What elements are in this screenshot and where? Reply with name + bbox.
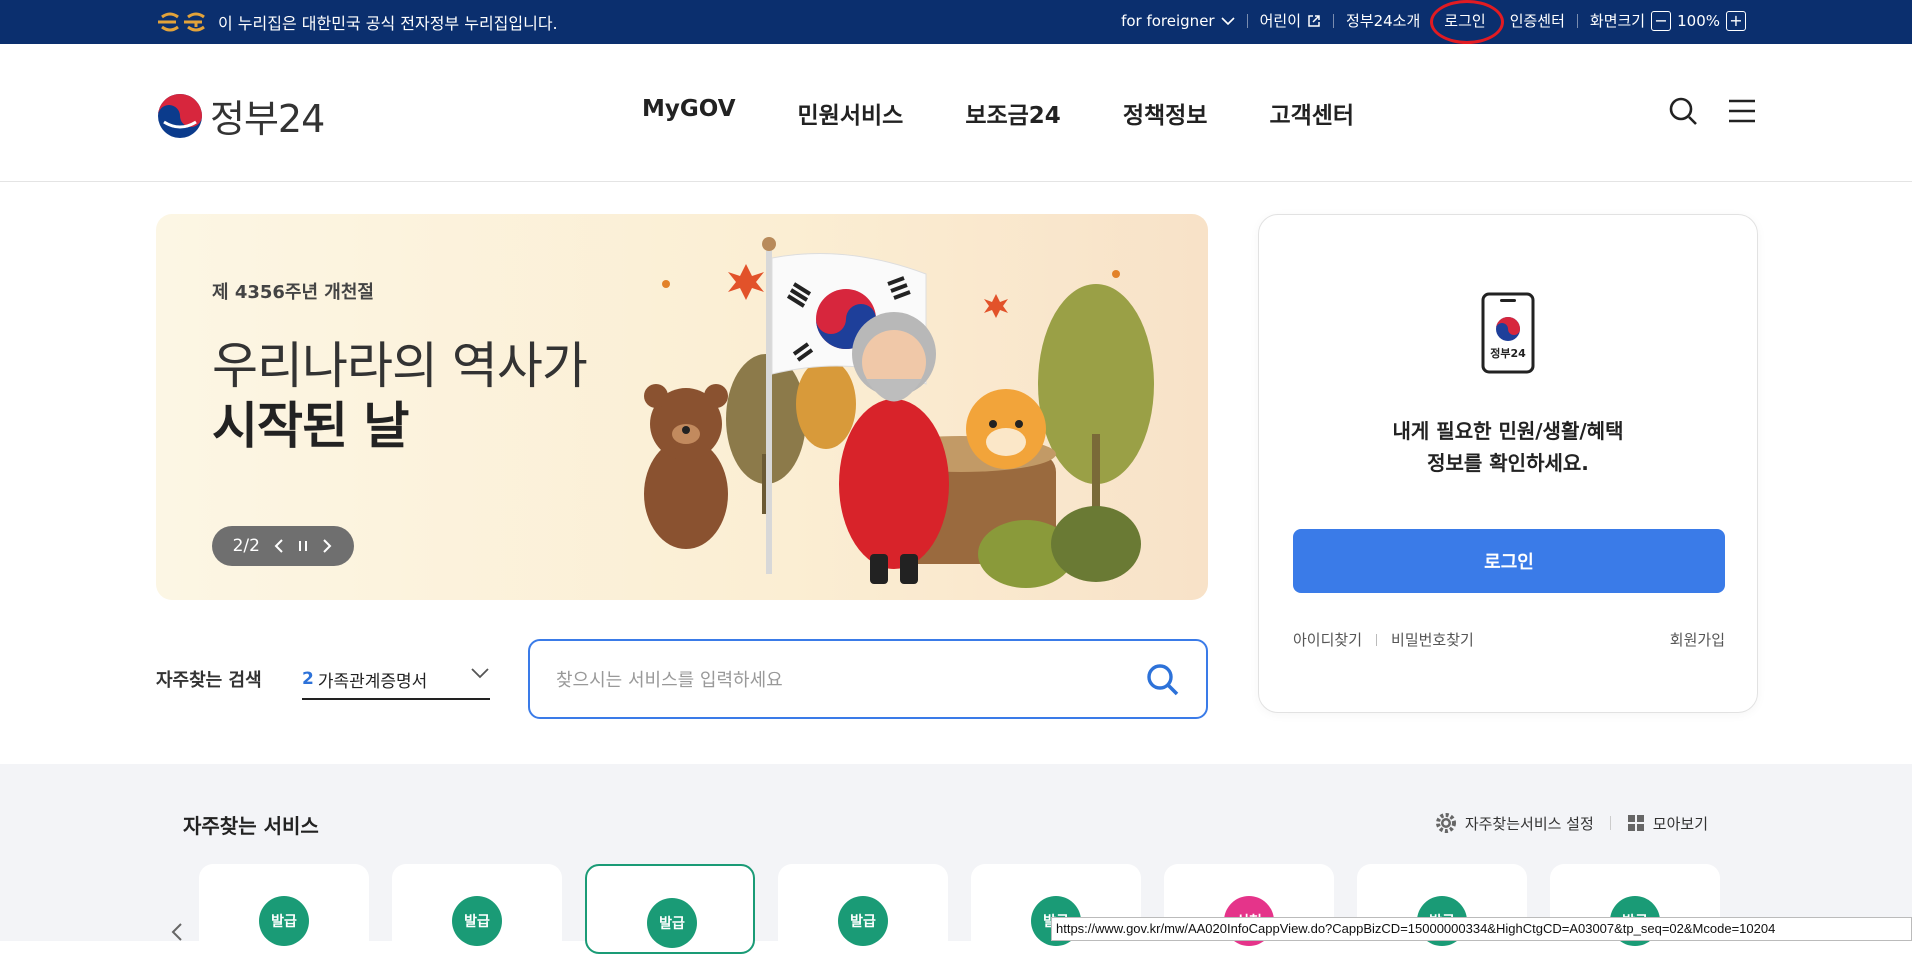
search-icon[interactable] [1668, 96, 1698, 126]
issue-badge: 발급 [452, 896, 502, 946]
login-link[interactable]: 로그인 [1430, 0, 1505, 44]
next-slide-icon[interactable] [321, 538, 333, 554]
menu-icon[interactable] [1728, 96, 1756, 126]
nav-item-subsidy24[interactable]: 보조금24 [965, 96, 1061, 130]
login-panel: 정부24 내게 필요한 민원/생활/혜택 정보를 확인하세요. 로그인 아이디찾… [1258, 214, 1758, 713]
browser-status-url: https://www.gov.kr/mw/AA020InfoCappView.… [1051, 917, 1912, 941]
banner-pager: 2/2 [232, 536, 260, 556]
grid-icon [1627, 815, 1644, 831]
services-tools: 자주찾는서비스 설정 모아보기 [1435, 812, 1708, 834]
official-notice: 이 누리집은 대한민국 공식 전자정부 누리집입니다. [156, 10, 558, 34]
for-foreigner-link[interactable]: for foreigner [1109, 12, 1247, 30]
frequent-search-dropdown[interactable]: 2 가족관계증명서 [302, 660, 490, 700]
kids-link[interactable]: 어린이 [1248, 10, 1333, 31]
red-circle-annotation [1430, 0, 1505, 44]
cert-center-link[interactable]: 인증센터 [1498, 10, 1577, 31]
join-link[interactable]: 회원가입 [1670, 629, 1725, 650]
utility-bar: 이 누리집은 대한민국 공식 전자정부 누리집입니다. for foreigne… [0, 0, 1912, 44]
gov24-logo[interactable]: 정부24 [156, 88, 325, 143]
zoom-level: 100% [1677, 11, 1720, 30]
nav-item-customer-center[interactable]: 고객센터 [1269, 96, 1354, 130]
divider [1376, 633, 1378, 646]
issue-badge: 발급 [838, 896, 888, 946]
phone-label: 정부24 [1490, 346, 1526, 360]
gear-icon [1435, 813, 1456, 833]
find-password-link[interactable]: 비밀번호찾기 [1391, 629, 1474, 650]
frequent-services-section: 자주찾는 서비스 자주찾는서비스 설정 모아보기 발급 발급 발급 발급 발급 … [0, 764, 1912, 954]
main-nav: MyGOV 민원서비스 보조금24 정책정보 고객센터 [642, 96, 1354, 130]
view-all-link[interactable]: 모아보기 [1653, 813, 1708, 834]
login-message: 내게 필요한 민원/생활/혜택 정보를 확인하세요. [1392, 419, 1624, 475]
site-header: 정부24 MyGOV 민원서비스 보조금24 정책정보 고객센터 [0, 44, 1912, 182]
find-id-link[interactable]: 아이디찾기 [1293, 629, 1362, 650]
chevron-down-icon [1221, 16, 1235, 25]
frequent-search-label: 자주찾는 검색 [156, 670, 262, 691]
zoom-out-button[interactable]: − [1651, 10, 1672, 31]
banner-controls: 2/2 [212, 526, 354, 566]
nav-item-mygov[interactable]: MyGOV [642, 96, 736, 130]
services-settings-link[interactable]: 자주찾는서비스 설정 [1465, 813, 1594, 834]
pause-icon[interactable] [298, 540, 308, 552]
zoom-in-button[interactable]: + [1726, 10, 1746, 31]
egov-emblem-icon [158, 12, 205, 32]
service-search-box[interactable]: 찾으시는 서비스를 입력하세요 [528, 639, 1208, 719]
banner-subtitle: 제 4356주년 개천절 [212, 282, 374, 303]
search-icon[interactable] [1146, 663, 1180, 697]
notice-text: 이 누리집은 대한민국 공식 전자정부 누리집입니다. [218, 14, 558, 33]
frequent-search-rank: 2 [302, 669, 314, 689]
nav-item-civil-service[interactable]: 민원서비스 [798, 96, 904, 130]
gov24-intro-link[interactable]: 정부24소개 [1334, 10, 1432, 31]
utility-links: for foreigner 어린이 정부24소개 로그인 인증센터 화면크기 −… [1109, 0, 1758, 44]
issue-badge: 발급 [259, 896, 309, 946]
taegeuk-logo-icon [158, 93, 202, 138]
external-link-icon [1308, 14, 1320, 27]
nav-item-policy-info[interactable]: 정책정보 [1123, 96, 1208, 130]
prev-slide-icon[interactable] [273, 538, 285, 554]
logo-text: 정부24 [210, 97, 325, 141]
hero-banner[interactable]: 제 4356주년 개천절 우리나라의 역사가 시작된 날 2/2 [156, 214, 1208, 600]
search-input[interactable]: 찾으시는 서비스를 입력하세요 [556, 666, 783, 692]
account-links: 아이디찾기 비밀번호찾기 회원가입 [1293, 629, 1725, 650]
banner-title-line2: 시작된 날 [212, 397, 409, 455]
zoom-control: 화면크기 − 100% + [1578, 10, 1758, 31]
frequent-search-value: 가족관계증명서 [317, 671, 428, 692]
login-button[interactable]: 로그인 [1293, 529, 1725, 593]
banner-illustration [644, 237, 1154, 588]
section-title: 자주찾는 서비스 [183, 814, 319, 838]
gov24-phone-icon: 정부24 [1481, 292, 1535, 374]
chevron-left-icon[interactable] [170, 922, 184, 942]
divider [1609, 816, 1611, 830]
chevron-down-icon [471, 668, 489, 679]
